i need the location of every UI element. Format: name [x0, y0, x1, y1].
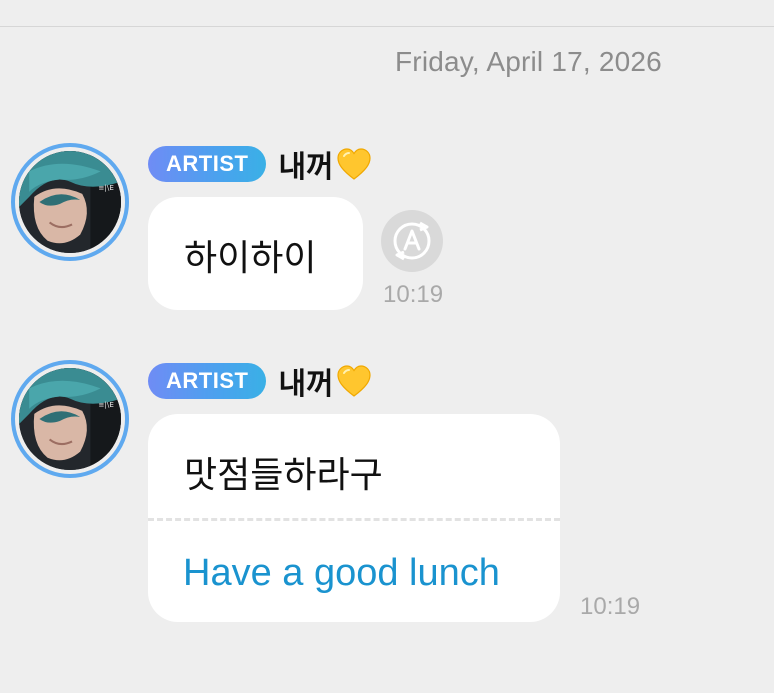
artist-badge: ARTIST: [148, 363, 267, 399]
message-timestamp: 10:19: [383, 281, 444, 308]
artist-avatar[interactable]: ≡|\E: [11, 143, 129, 261]
yellow-heart-icon: [337, 365, 371, 397]
message-bubble[interactable]: 하이하이: [148, 197, 363, 310]
sender-name: 내꺼: [278, 150, 334, 185]
message-bubble[interactable]: 맛점들하라구 Have a good lunch: [148, 414, 560, 622]
avatar-photo: ≡|\E: [19, 151, 121, 253]
top-divider: [0, 26, 774, 27]
translate-button[interactable]: [381, 210, 443, 272]
avatar-photo: ≡|\E: [19, 368, 121, 470]
message-text: 하이하이: [184, 238, 317, 279]
artist-avatar[interactable]: ≡|\E: [11, 360, 129, 478]
message-timestamp: 10:19: [580, 593, 641, 620]
translated-text: Have a good lunch: [183, 552, 500, 594]
svg-text:≡|\E: ≡|\E: [99, 183, 115, 192]
artist-badge: ARTIST: [148, 146, 267, 182]
sender-row: ARTIST 내꺼: [148, 144, 372, 185]
svg-text:≡|\E: ≡|\E: [99, 400, 115, 409]
translate-icon: [393, 221, 431, 261]
message-text: 맛점들하라구: [184, 455, 383, 496]
sender-name: 내꺼: [278, 367, 334, 402]
date-header: Friday, April 17, 2026: [395, 46, 662, 77]
translation-divider: [148, 518, 560, 521]
chat-screen: Friday, April 17, 2026 ≡|\E ARTIST 내꺼 하이…: [0, 0, 774, 693]
yellow-heart-icon: [337, 148, 371, 180]
sender-row: ARTIST 내꺼: [148, 361, 372, 402]
